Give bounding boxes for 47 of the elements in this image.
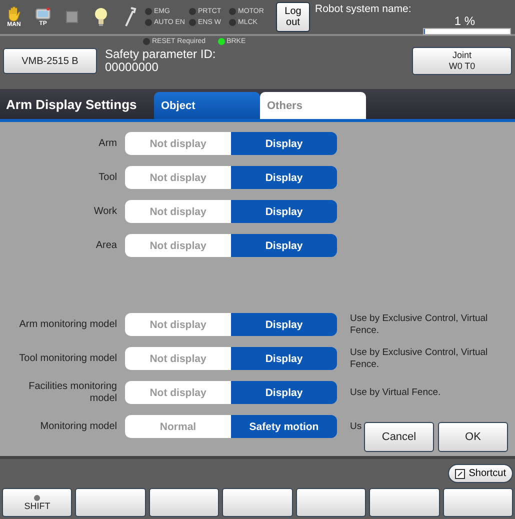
setting-note: Use by Virtual Fence. — [350, 386, 442, 398]
dialog-button[interactable]: Cancel — [364, 422, 434, 452]
page-title: Arm Display Settings — [5, 96, 138, 112]
setting-note: Use by Exclusive Control, Virtual Fence. — [350, 346, 489, 370]
square-icon — [66, 11, 78, 23]
logout-button[interactable]: Log out — [276, 2, 310, 32]
function-key[interactable] — [222, 488, 293, 517]
option-button[interactable]: Display — [231, 200, 337, 223]
setting-label: Facilities monitoring model — [28, 380, 118, 404]
coordinate-button[interactable]: Joint W0 T0 — [412, 47, 512, 75]
option-button[interactable]: Display — [231, 166, 337, 189]
function-key[interactable] — [296, 488, 366, 517]
shortcut-icon — [454, 468, 465, 478]
dialog-button[interactable]: OK — [438, 422, 508, 452]
option-button[interactable]: Display — [231, 381, 337, 404]
option-button[interactable]: Display — [231, 347, 337, 370]
function-key[interactable] — [148, 488, 220, 517]
option-button[interactable]: Display — [231, 132, 337, 155]
setting-label: Work — [92, 206, 118, 218]
option-button[interactable]: Display — [231, 234, 337, 257]
setting-label: Area — [94, 240, 118, 252]
function-key[interactable] — [442, 488, 513, 517]
hand-icon — [6, 6, 22, 22]
setting-note: Us — [350, 420, 363, 432]
robot-button[interactable]: VMB-2515 B — [3, 48, 97, 74]
setting-label: Tool monitoring model — [18, 352, 118, 364]
setting-label: Arm — [98, 138, 118, 150]
tab[interactable]: Others — [260, 92, 366, 119]
setting-label: Tool — [98, 172, 118, 184]
robot-system-label: Robot system name: — [315, 3, 412, 15]
option-button[interactable]: Display — [231, 313, 337, 336]
function-key[interactable] — [75, 488, 146, 517]
setting-note: Use by Exclusive Control, Virtual Fence. — [350, 312, 489, 336]
option-button[interactable]: Safety motion — [231, 415, 337, 438]
safety-parameter-value: 00000000 — [105, 61, 158, 74]
pendant-icon — [35, 7, 51, 21]
indicator-dot — [34, 494, 40, 500]
tab[interactable]: Object — [154, 92, 260, 119]
function-key[interactable] — [369, 488, 440, 517]
bulb-icon — [94, 7, 108, 27]
wrench-icon — [123, 6, 137, 28]
shortcut-button[interactable]: Shortcut — [448, 464, 513, 483]
setting-label: Monitoring model — [39, 420, 118, 432]
safety-parameter-label: Safety parameter ID: — [105, 48, 217, 61]
shift-key[interactable]: SHIFT — [2, 488, 72, 517]
setting-label: Arm monitoring model — [18, 318, 118, 330]
speed-value: 1 % — [454, 15, 475, 28]
